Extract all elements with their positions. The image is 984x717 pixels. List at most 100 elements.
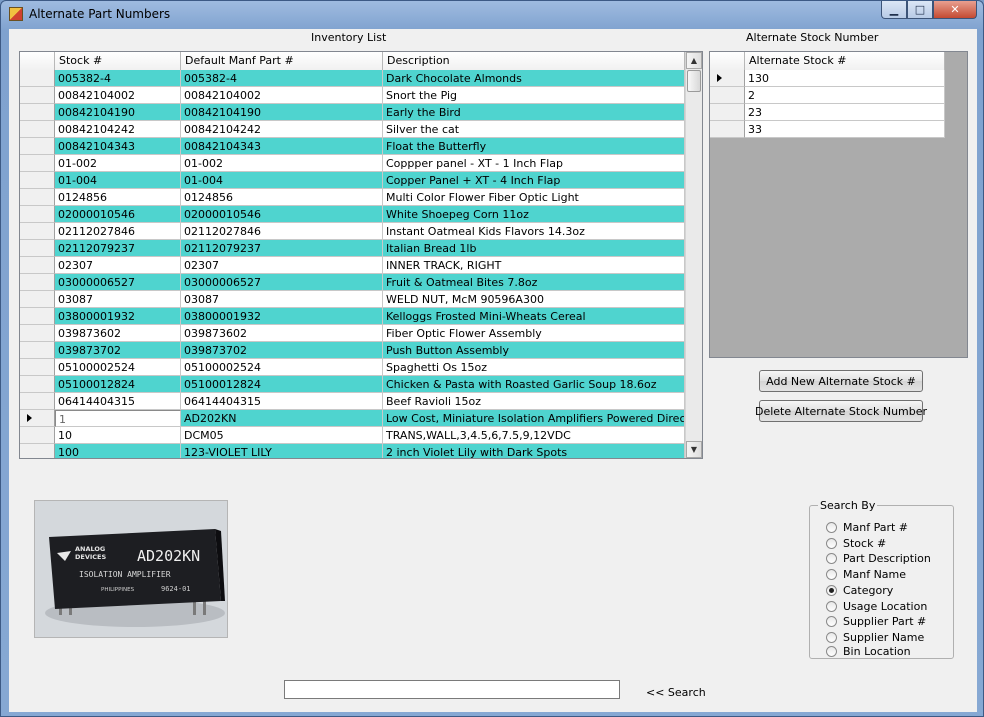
row-selector[interactable]: [20, 257, 55, 274]
inventory-cell[interactable]: 005382-4: [55, 70, 181, 87]
inventory-cell[interactable]: 03800001932: [181, 308, 383, 325]
row-selector[interactable]: [20, 121, 55, 138]
alternate-cell[interactable]: 130: [745, 70, 945, 87]
inventory-cell[interactable]: 01-004: [181, 172, 383, 189]
inventory-cell[interactable]: 03000006527: [55, 274, 181, 291]
radio-button[interactable]: [826, 631, 837, 643]
inventory-cell[interactable]: 00842104002: [55, 87, 181, 104]
radio-button[interactable]: [826, 645, 837, 657]
inventory-cell[interactable]: 0124856: [181, 189, 383, 206]
inventory-cell[interactable]: 01-002: [55, 155, 181, 172]
minimize-button[interactable]: ▁: [881, 1, 907, 19]
inventory-cell[interactable]: 05100012824: [181, 376, 383, 393]
inventory-row[interactable]: 05100012824 05100012824 Chicken & Pasta wi…: [20, 376, 685, 393]
inventory-cell[interactable]: Fruit & Oatmeal Bites 7.8oz: [383, 274, 685, 291]
row-selector[interactable]: [20, 376, 55, 393]
inventory-cell[interactable]: 05100012824: [55, 376, 181, 393]
inventory-row[interactable]: 05100002524 05100002524 Spaghetti Os 15oz: [20, 359, 685, 376]
inventory-cell[interactable]: Copper Panel + XT - 4 Inch Flap: [383, 172, 685, 189]
inventory-cell[interactable]: 06414404315: [181, 393, 383, 410]
inventory-cell[interactable]: 02112079237: [55, 240, 181, 257]
inventory-cell[interactable]: 2 inch Violet Lily with Dark Spots: [383, 444, 685, 458]
radio-button[interactable]: [826, 537, 837, 549]
column-header-stock[interactable]: Stock #: [55, 52, 181, 70]
search-by-option[interactable]: Bin Location: [826, 644, 911, 658]
inventory-cell[interactable]: 03087: [181, 291, 383, 308]
inventory-row[interactable]: 00842104242 00842104242 Silver the cat: [20, 121, 685, 138]
inventory-row[interactable]: 01-002 01-002 Coppper panel - XT - 1 Inch …: [20, 155, 685, 172]
inventory-row[interactable]: 01-004 01-004 Copper Panel + XT - 4 Inch F…: [20, 172, 685, 189]
inventory-cell[interactable]: 00842104343: [55, 138, 181, 155]
inventory-row[interactable]: 02112027846 02112027846 Instant Oatmeal Ki…: [20, 223, 685, 240]
inventory-cell[interactable]: Instant Oatmeal Kids Flavors 14.3oz: [383, 223, 685, 240]
search-by-option[interactable]: Supplier Part #: [826, 614, 926, 628]
inventory-cell[interactable]: Snort the Pig: [383, 87, 685, 104]
search-input[interactable]: [284, 680, 620, 699]
alternate-cell[interactable]: 33: [745, 121, 945, 138]
inventory-cell[interactable]: 00842104242: [55, 121, 181, 138]
alternate-cell[interactable]: 2: [745, 87, 945, 104]
inventory-row[interactable]: 02112079237 02112079237 Italian Bread 1lb: [20, 240, 685, 257]
row-selector[interactable]: [20, 274, 55, 291]
row-selector[interactable]: [20, 342, 55, 359]
inventory-cell[interactable]: 02000010546: [55, 206, 181, 223]
inventory-cell[interactable]: 123-VIOLET LILY: [181, 444, 383, 458]
row-selector[interactable]: [20, 206, 55, 223]
inventory-cell[interactable]: 00842104190: [55, 104, 181, 121]
inventory-cell[interactable]: 02307: [55, 257, 181, 274]
inventory-cell[interactable]: 03087: [55, 291, 181, 308]
inventory-cell[interactable]: 005382-4: [181, 70, 383, 87]
radio-button[interactable]: [826, 615, 837, 627]
inventory-cell[interactable]: Coppper panel - XT - 1 Inch Flap: [383, 155, 685, 172]
inventory-cell[interactable]: 039873602: [181, 325, 383, 342]
inventory-row[interactable]: 02000010546 02000010546 White Shoepeg Corn…: [20, 206, 685, 223]
inventory-row[interactable]: 100 123-VIOLET LILY 2 inch Violet Lily wit…: [20, 444, 685, 458]
row-selector[interactable]: [20, 427, 55, 444]
alternate-cell[interactable]: 23: [745, 104, 945, 121]
inventory-cell[interactable]: Float the Butterfly: [383, 138, 685, 155]
inventory-vertical-scrollbar[interactable]: ▲ ▼: [685, 52, 702, 458]
maximize-button[interactable]: □: [907, 1, 933, 19]
row-selector[interactable]: [20, 444, 55, 458]
inventory-cell[interactable]: Silver the cat: [383, 121, 685, 138]
row-selector[interactable]: [20, 308, 55, 325]
inventory-cell[interactable]: 00842104343: [181, 138, 383, 155]
alternate-row[interactable]: 33: [710, 121, 945, 138]
search-by-option[interactable]: Category: [826, 583, 893, 597]
row-selector[interactable]: [20, 104, 55, 121]
inventory-cell[interactable]: Dark Chocolate Almonds: [383, 70, 685, 87]
scroll-thumb[interactable]: [687, 70, 701, 92]
inventory-cell[interactable]: INNER TRACK, RIGHT: [383, 257, 685, 274]
row-selector[interactable]: [20, 291, 55, 308]
inventory-row[interactable]: 039873602 039873602 Fiber Optic Flower Ass…: [20, 325, 685, 342]
radio-button[interactable]: [826, 600, 837, 612]
inventory-row[interactable]: 0124856 0124856 Multi Color Flower Fiber O…: [20, 189, 685, 206]
row-selector[interactable]: [20, 70, 55, 87]
inventory-cell[interactable]: 05100002524: [181, 359, 383, 376]
inventory-cell[interactable]: White Shoepeg Corn 11oz: [383, 206, 685, 223]
radio-button[interactable]: [826, 552, 837, 564]
inventory-cell[interactable]: Fiber Optic Flower Assembly: [383, 325, 685, 342]
row-selector[interactable]: [20, 240, 55, 257]
title-bar[interactable]: Alternate Part Numbers ▁ □ ✕: [1, 1, 983, 29]
inventory-cell[interactable]: 01-004: [55, 172, 181, 189]
inventory-cell[interactable]: Low Cost, Miniature Isolation Amplifiers…: [383, 410, 685, 427]
inventory-cell[interactable]: Kelloggs Frosted Mini-Wheats Cereal: [383, 308, 685, 325]
inventory-cell[interactable]: Multi Color Flower Fiber Optic Light: [383, 189, 685, 206]
inventory-cell[interactable]: 00842104242: [181, 121, 383, 138]
row-selector[interactable]: [20, 87, 55, 104]
inventory-row[interactable]: 005382-4 005382-4 Dark Chocolate Almonds: [20, 70, 685, 87]
delete-alternate-stock-button[interactable]: Delete Alternate Stock Number: [755, 400, 927, 422]
row-selector[interactable]: [710, 121, 745, 138]
inventory-row[interactable]: 03087 03087 WELD NUT, McM 90596A300: [20, 291, 685, 308]
add-alternate-stock-button[interactable]: Add New Alternate Stock #: [759, 370, 923, 392]
inventory-cell[interactable]: 039873602: [55, 325, 181, 342]
alternate-row[interactable]: 2: [710, 87, 945, 104]
inventory-cell[interactable]: Push Button Assembly: [383, 342, 685, 359]
inventory-row[interactable]: 02307 02307 INNER TRACK, RIGHT: [20, 257, 685, 274]
inventory-cell[interactable]: DCM05: [181, 427, 383, 444]
inventory-row[interactable]: 03800001932 03800001932 Kelloggs Frosted M…: [20, 308, 685, 325]
scroll-down-button[interactable]: ▼: [686, 441, 702, 458]
search-by-option[interactable]: Manf Name: [826, 567, 906, 581]
row-selector[interactable]: [20, 410, 55, 427]
